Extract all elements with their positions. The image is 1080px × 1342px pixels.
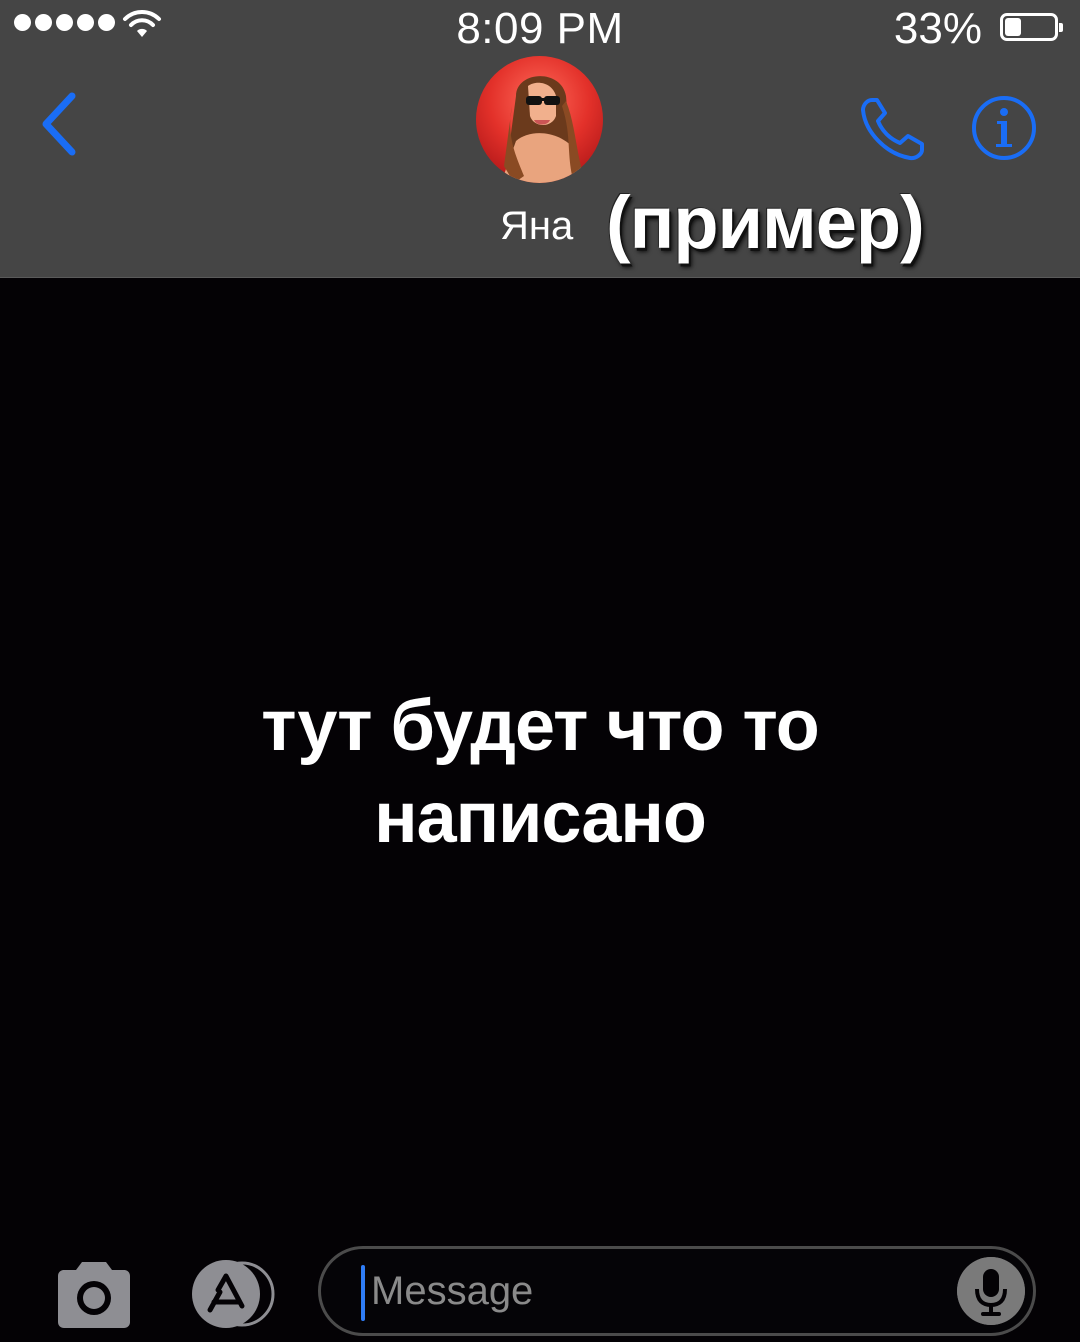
caption-line-1: тут будет что то	[261, 686, 819, 766]
status-bar: 8:09 PM 33%	[0, 0, 1080, 60]
messages-screen: 8:09 PM 33% Яна (пример) тут будет что т…	[0, 0, 1080, 1342]
app-store-button[interactable]	[184, 1260, 280, 1328]
info-button[interactable]	[970, 94, 1038, 162]
battery-icon	[1000, 13, 1063, 41]
message-input[interactable]: Message	[318, 1246, 1036, 1336]
back-button[interactable]	[36, 90, 84, 158]
caption-line-2: написано	[374, 778, 707, 858]
contact-name[interactable]: Яна	[500, 204, 573, 249]
phone-call-button[interactable]	[858, 94, 928, 164]
message-placeholder: Message	[371, 1269, 534, 1313]
battery-percentage: 33%	[893, 4, 982, 53]
contact-avatar[interactable]	[476, 56, 603, 183]
microphone-button[interactable]	[957, 1257, 1025, 1325]
conversation-header: 8:09 PM 33% Яна (пример)	[0, 0, 1080, 278]
example-overlay-label: (пример)	[606, 181, 925, 264]
placeholder-caption: тут будет что то написано	[140, 680, 940, 864]
text-cursor	[361, 1265, 365, 1321]
camera-button[interactable]	[54, 1258, 134, 1330]
